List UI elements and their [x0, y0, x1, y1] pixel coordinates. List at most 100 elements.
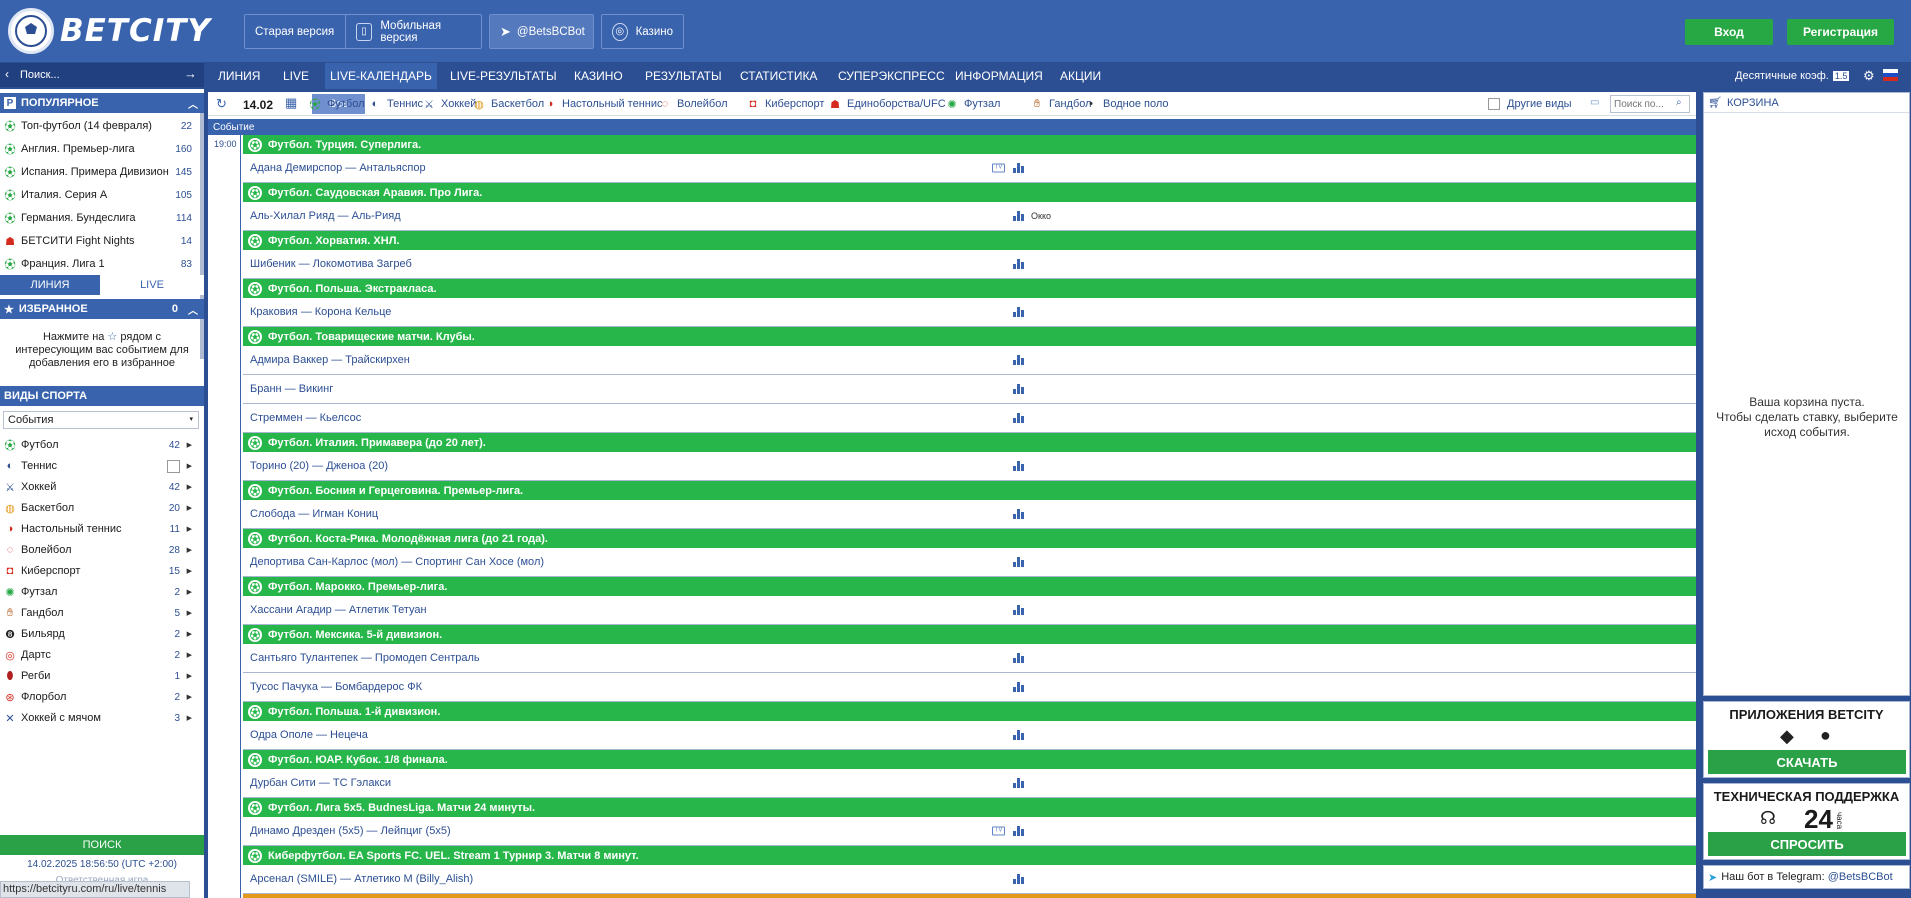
sport-item[interactable]: ✋︎ Гандбол 5 ▶: [0, 603, 200, 623]
chevron-right-icon[interactable]: ▶: [187, 630, 192, 638]
statistics-icon[interactable]: [1013, 557, 1024, 567]
sport-item[interactable]: ⬮ Регби 1 ▶: [0, 666, 200, 686]
league-header[interactable]: ⚽︎ Футбол. Лига 5х5. BudnesLiga. Матчи 24…: [243, 798, 1696, 817]
old-version-button[interactable]: Старая версия: [244, 14, 360, 49]
sport-item[interactable]: ✕ Хоккей с мячом 3 ▶: [0, 708, 200, 728]
sport-item[interactable]: ❽ Бильярд 2 ▶: [0, 624, 200, 644]
other-types-checkbox[interactable]: [1488, 98, 1500, 110]
sport-item[interactable]: ◌ Волейбол 28 ▶: [0, 540, 200, 560]
telegram-bot-button[interactable]: ➤ @BetsBCBot: [489, 14, 594, 49]
statistics-icon[interactable]: [1013, 163, 1024, 173]
chevron-right-icon[interactable]: ▶: [187, 588, 192, 596]
download-button[interactable]: СКАЧАТЬ: [1708, 750, 1906, 774]
sport-filter-6[interactable]: ◘ Киберспорт: [746, 96, 825, 112]
chevron-right-icon[interactable]: ▶: [187, 693, 192, 701]
favorites-header[interactable]: ★ ИЗБРАННОЕ 0 ︿: [0, 299, 204, 319]
league-header[interactable]: ⚽︎ Футбол. Босния и Герцеговина. Премьер-…: [243, 481, 1696, 500]
league-header[interactable]: ⚽︎ Футбол. Товарищеские матчи. Клубы.: [243, 327, 1696, 346]
refresh-icon[interactable]: ↻: [216, 96, 227, 112]
match-name[interactable]: Торино (20) — Дженоа (20): [250, 460, 388, 472]
statistics-icon[interactable]: [1013, 413, 1024, 423]
match-name[interactable]: Адмира Ваккер — Трайскирхен: [250, 354, 410, 366]
league-header[interactable]: ⚽︎ Футбол. Саудовская Аравия. Про Лига.: [243, 183, 1696, 202]
match-row[interactable]: Аль-Хилал Рияд — Аль-Рияд Окко: [243, 202, 1696, 231]
match-row[interactable]: Бранн — Викинг: [243, 375, 1696, 404]
sport-item[interactable]: ◐ Теннис ▶: [0, 456, 200, 476]
chevron-right-icon[interactable]: ▶: [187, 714, 192, 722]
statistics-icon[interactable]: [1013, 605, 1024, 615]
sport-filter-4[interactable]: ◑ Настольный теннис: [543, 96, 663, 112]
nav-item-casino[interactable]: КАЗИНО: [569, 63, 628, 89]
match-name[interactable]: Дурбан Сити — ТС Гэлакси: [250, 777, 391, 789]
match-row[interactable]: Хассани Агадир — Атлетик Тетуан: [243, 596, 1696, 625]
odds-format-selector[interactable]: Десятичные коэф. 1.5: [1730, 63, 1854, 89]
nav-item-live-calendar[interactable]: LIVE-КАЛЕНДАРЬ: [325, 63, 437, 89]
sport-filter-9[interactable]: ✋︎ Гандбол: [1030, 96, 1092, 112]
search-input[interactable]: [18, 65, 168, 85]
nav-item-information[interactable]: ИНФОРМАЦИЯ: [950, 63, 1048, 89]
sport-filter-7[interactable]: ☗ Единоборства/UFC: [828, 96, 946, 112]
match-row[interactable]: Слобода — Игман Кониц: [243, 500, 1696, 529]
league-header[interactable]: ⚽︎ Футбол. ЮАР. Кубок. 1/8 финала.: [243, 750, 1696, 769]
popular-item[interactable]: ⚽︎ Испания. Примера Дивизион 145: [0, 161, 200, 183]
chevron-up-icon[interactable]: ︿: [188, 302, 198, 317]
league-header[interactable]: ⚽︎ Футбол. Хорватия. ХНЛ.: [243, 231, 1696, 250]
match-name[interactable]: Стреммен — Кьелсос: [250, 412, 361, 424]
match-row[interactable]: Адана Демирспор — Антальяспор TV: [243, 154, 1696, 183]
popular-header[interactable]: P ПОПУЛЯРНОЕ ︿: [0, 93, 204, 113]
chevron-right-icon[interactable]: ▶: [187, 609, 192, 617]
statistics-icon[interactable]: [1013, 778, 1024, 788]
league-header[interactable]: ⚽︎ Футбол. Польша. 1-й дивизион.: [243, 702, 1696, 721]
match-name[interactable]: Слобода — Игман Кониц: [250, 508, 378, 520]
match-row[interactable]: Стреммен — Кьелсос: [243, 404, 1696, 433]
league-header[interactable]: ⚽︎ Футбол. Польша. Экстракласа.: [243, 279, 1696, 298]
match-name[interactable]: Динамо Дрезден (5x5) — Лейпциг (5x5): [250, 825, 451, 837]
match-row[interactable]: Шибеник — Локомотива Загреб: [243, 250, 1696, 279]
login-button[interactable]: Вход: [1685, 19, 1773, 45]
sport-filter-3[interactable]: ◍ Баскетбол: [472, 96, 544, 112]
chevron-right-icon[interactable]: ▶: [187, 651, 192, 659]
match-name[interactable]: Хассани Агадир — Атлетик Тетуан: [250, 604, 427, 616]
nav-item-live-results[interactable]: LIVE-РЕЗУЛЬТАТЫ: [445, 63, 562, 89]
chevron-right-icon[interactable]: ▶: [187, 672, 192, 680]
popular-item[interactable]: ⚽︎ Англия. Премьер-лига 160: [0, 138, 200, 160]
popular-scrollbar[interactable]: [200, 113, 204, 359]
match-row[interactable]: Динамо Дрезден (5x5) — Лейпциг (5x5) TV: [243, 817, 1696, 846]
sport-item[interactable]: ◍ Баскетбол 20 ▶: [0, 498, 200, 518]
sport-filter-5[interactable]: ◌ Волейбол: [658, 96, 728, 112]
android-icon[interactable]: ◆: [1780, 726, 1794, 747]
sport-filter-8[interactable]: ✺ Футзал: [945, 96, 1000, 112]
chevron-right-icon[interactable]: ▶: [187, 567, 192, 575]
match-name[interactable]: Сантьяго Тулантепек — Промодеп Сентраль: [250, 652, 480, 664]
chevron-right-icon[interactable]: ▶: [187, 483, 192, 491]
chevron-right-icon[interactable]: ▶: [187, 462, 192, 470]
chevron-up-icon[interactable]: ︿: [188, 96, 198, 111]
calendar-icon[interactable]: ▦: [285, 95, 297, 111]
tab-line[interactable]: ЛИНИЯ: [0, 275, 100, 295]
match-row[interactable]: Дурбан Сити — ТС Гэлакси: [243, 769, 1696, 798]
search-icon[interactable]: ⌕: [1676, 97, 1682, 108]
sport-item[interactable]: ⊛ Флорбол 2 ▶: [0, 687, 200, 707]
date-label[interactable]: 14.02: [243, 98, 273, 112]
sport-filter-2[interactable]: ⚔︎ Хоккей: [422, 96, 476, 112]
match-name[interactable]: Шибеник — Локомотива Загреб: [250, 258, 412, 270]
sport-item[interactable]: ⚔︎ Хоккей 42 ▶: [0, 477, 200, 497]
sport-item[interactable]: ◎ Дартс 2 ▶: [0, 645, 200, 665]
match-name[interactable]: Тусос Пачука — Бомбардерос ФК: [250, 681, 422, 693]
chevron-right-icon[interactable]: ▶: [187, 504, 192, 512]
match-row[interactable]: Адмира Ваккер — Трайскирхен: [243, 346, 1696, 375]
statistics-icon[interactable]: [1013, 826, 1024, 836]
league-header[interactable]: ⚽︎ Футбол. Мексика. 5-й дивизион.: [243, 625, 1696, 644]
popular-item[interactable]: ⚽︎ Франция. Лига 1 83: [0, 253, 200, 275]
match-name[interactable]: Бранн — Викинг: [250, 383, 333, 395]
match-name[interactable]: Арсенал (SMILE) — Атлетико М (Billy_Alis…: [250, 873, 473, 885]
sports-select[interactable]: События ▾: [3, 411, 199, 429]
chevron-right-icon[interactable]: ▶: [187, 441, 192, 449]
match-row[interactable]: Тусос Пачука — Бомбардерос ФК: [243, 673, 1696, 702]
sport-filter-1[interactable]: ◐ Теннис: [368, 96, 423, 112]
settings-gear-icon[interactable]: ⚙: [1858, 63, 1880, 89]
responsible-search-button[interactable]: ПОИСК: [0, 835, 204, 855]
popular-item[interactable]: ☗ БЕТСИТИ Fight Nights 14: [0, 230, 200, 252]
league-header[interactable]: ⚽︎ Футбол. Италия. Примавера (до 20 лет).: [243, 433, 1696, 452]
match-name[interactable]: Аль-Хилал Рияд — Аль-Рияд: [250, 210, 401, 222]
